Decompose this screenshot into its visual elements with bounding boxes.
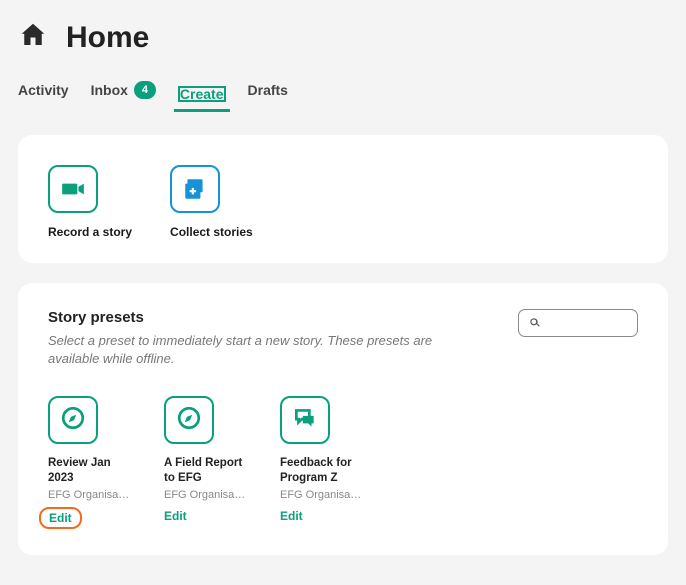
page-title: Home xyxy=(66,21,149,55)
preset-edit-link[interactable]: Edit xyxy=(39,507,82,529)
presets-title: Story presets xyxy=(48,309,478,326)
preset-edit-link[interactable]: Edit xyxy=(280,509,303,523)
tab-create[interactable]: Create xyxy=(178,86,226,102)
preset-item: Review Jan 2023 EFG Organisa… Edit xyxy=(48,396,138,529)
home-icon xyxy=(18,20,48,55)
tab-inbox-label: Inbox xyxy=(91,82,128,98)
preset-edit-link[interactable]: Edit xyxy=(164,509,187,523)
collect-stories-button[interactable]: Collect stories xyxy=(170,165,253,239)
preset-open-button[interactable] xyxy=(48,396,98,444)
tab-inbox[interactable]: Inbox 4 xyxy=(91,81,156,107)
preset-list: Review Jan 2023 EFG Organisa… Edit A Fie… xyxy=(48,396,638,529)
collect-icon xyxy=(170,165,220,213)
preset-open-button[interactable] xyxy=(280,396,330,444)
preset-title: Review Jan 2023 xyxy=(48,456,138,485)
search-icon xyxy=(528,316,542,330)
page-header: Home xyxy=(18,20,668,55)
chat-icon xyxy=(292,405,318,436)
tab-activity[interactable]: Activity xyxy=(18,82,69,106)
video-camera-icon xyxy=(48,165,98,213)
presets-subtitle: Select a preset to immediately start a n… xyxy=(48,332,478,368)
preset-item: Feedback for Program Z EFG Organisa… Edi… xyxy=(280,396,370,529)
compass-icon xyxy=(176,405,202,436)
inbox-badge: 4 xyxy=(134,81,156,99)
tab-bar: Activity Inbox 4 Create Drafts xyxy=(18,81,668,107)
preset-org: EFG Organisa… xyxy=(280,489,370,501)
preset-title: A Field Report to EFG xyxy=(164,456,254,485)
preset-item: A Field Report to EFG EFG Organisa… Edit xyxy=(164,396,254,529)
preset-title: Feedback for Program Z xyxy=(280,456,370,485)
record-story-button[interactable]: Record a story xyxy=(48,165,132,239)
compass-icon xyxy=(60,405,86,436)
actions-card: Record a story Collect stories xyxy=(18,135,668,263)
preset-open-button[interactable] xyxy=(164,396,214,444)
collect-stories-label: Collect stories xyxy=(170,225,253,239)
record-story-label: Record a story xyxy=(48,225,132,239)
preset-org: EFG Organisa… xyxy=(164,489,254,501)
presets-card: Story presets Select a preset to immedia… xyxy=(18,283,668,555)
preset-search xyxy=(518,309,638,337)
tab-drafts[interactable]: Drafts xyxy=(248,82,288,106)
preset-org: EFG Organisa… xyxy=(48,489,138,501)
